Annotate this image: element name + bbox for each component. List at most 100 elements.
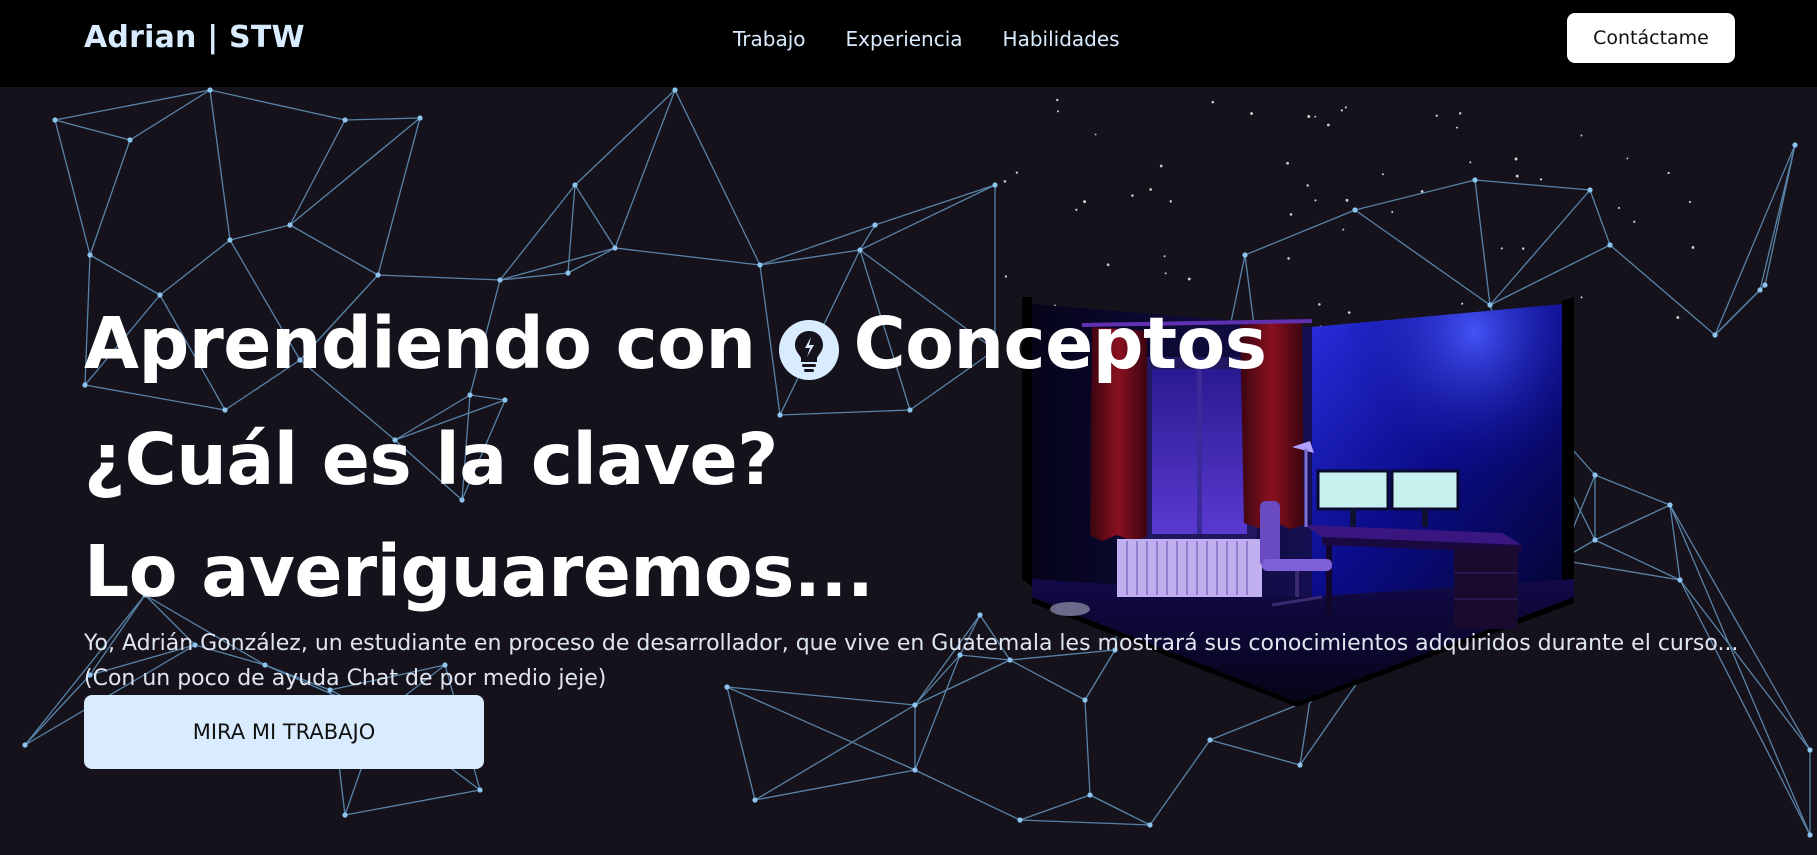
navbar: Adrian | STW Trabajo Experiencia Habilid… xyxy=(0,0,1817,87)
star xyxy=(1539,178,1543,181)
network-line xyxy=(469,394,506,401)
star xyxy=(1455,126,1459,129)
star xyxy=(1163,255,1166,258)
star xyxy=(1289,213,1293,216)
nav-link-habilidades[interactable]: Habilidades xyxy=(1003,26,1120,52)
hero-heading-line1: Aprendiendo con Conceptos xyxy=(84,302,1267,386)
star xyxy=(1094,133,1097,136)
star xyxy=(1149,188,1152,191)
network-line xyxy=(1354,209,1491,306)
network-line xyxy=(759,224,876,266)
network-line xyxy=(726,686,916,771)
network-line xyxy=(377,274,501,281)
star xyxy=(1106,263,1110,267)
network-line xyxy=(1609,244,1716,336)
network-line xyxy=(779,409,911,416)
network-line xyxy=(89,254,161,296)
network-line xyxy=(344,117,421,121)
star xyxy=(1326,123,1330,127)
network-node xyxy=(157,292,163,298)
network-line xyxy=(574,89,676,186)
network-line xyxy=(1299,699,1311,766)
star xyxy=(1345,198,1349,202)
hero-heading-text-end: Conceptos xyxy=(853,302,1267,385)
network-node xyxy=(502,397,508,403)
network-node xyxy=(222,407,228,413)
network-node xyxy=(572,182,578,188)
network-line xyxy=(754,704,916,801)
star xyxy=(1164,272,1167,275)
network-node xyxy=(1667,502,1673,508)
network-line xyxy=(726,686,756,801)
network-node xyxy=(287,222,293,228)
star xyxy=(1391,210,1394,213)
network-node xyxy=(227,237,233,243)
star xyxy=(1075,208,1078,211)
network-node xyxy=(1807,747,1813,753)
network-line xyxy=(914,769,1021,821)
network-node xyxy=(1587,187,1593,193)
hero-intro-text: Yo, Adrián González, un estudiante en pr… xyxy=(84,631,1739,691)
nav-link-trabajo[interactable]: Trabajo xyxy=(733,26,806,52)
network-line xyxy=(1589,189,1611,246)
network-node xyxy=(342,812,348,818)
network-line xyxy=(759,249,861,266)
network-node xyxy=(1607,242,1613,248)
star xyxy=(1633,220,1636,223)
star xyxy=(1580,296,1583,299)
network-line xyxy=(24,674,91,746)
star xyxy=(1169,200,1172,203)
network-line xyxy=(1714,144,1796,336)
network-line xyxy=(1559,559,1681,581)
network-node xyxy=(1762,282,1768,288)
network-line xyxy=(1474,179,1491,306)
star xyxy=(1306,184,1309,187)
star xyxy=(1057,110,1060,113)
star xyxy=(1307,114,1311,118)
network-line xyxy=(499,184,576,281)
network-node xyxy=(375,272,381,278)
network-node xyxy=(342,117,348,123)
network-node xyxy=(1352,207,1358,213)
site-logo[interactable]: Adrian | STW xyxy=(84,20,305,56)
network-line xyxy=(1594,474,1671,506)
star xyxy=(1340,109,1343,112)
network-node xyxy=(1207,737,1213,743)
network-line xyxy=(54,119,131,141)
star xyxy=(1211,100,1215,104)
network-node xyxy=(497,277,503,283)
network-line xyxy=(1084,699,1091,796)
nav-link-experiencia[interactable]: Experiencia xyxy=(846,26,963,52)
view-work-button[interactable]: MIRA MI TRABAJO xyxy=(84,695,484,769)
network-node xyxy=(477,787,483,793)
star xyxy=(1187,277,1191,281)
network-node xyxy=(127,137,133,143)
network-node xyxy=(907,407,913,413)
network-line xyxy=(289,119,346,226)
network-line xyxy=(89,139,131,256)
network-line xyxy=(1759,144,1796,291)
network-node xyxy=(52,117,58,123)
hero-heading-text-start: Aprendiendo con xyxy=(84,302,756,385)
network-line xyxy=(1019,794,1091,821)
star xyxy=(1420,190,1424,193)
network-node xyxy=(777,412,783,418)
network-line xyxy=(567,247,616,274)
contact-button[interactable]: Contáctame xyxy=(1567,13,1735,63)
hero-heading-line3: Lo averiguaremos... xyxy=(84,530,874,613)
star xyxy=(1435,114,1438,117)
network-node xyxy=(1592,537,1598,543)
network-node xyxy=(207,87,213,93)
network-line xyxy=(1244,209,1356,256)
network-line xyxy=(674,89,761,266)
star xyxy=(1004,275,1008,278)
main-nav: Trabajo Experiencia Habilidades xyxy=(733,26,1120,52)
network-line xyxy=(1354,179,1476,211)
network-node xyxy=(1807,832,1813,838)
star xyxy=(1287,257,1290,260)
network-line xyxy=(54,119,91,256)
network-line xyxy=(1149,739,1211,826)
network-node xyxy=(467,392,473,398)
star xyxy=(1514,157,1518,161)
robot-vacuum xyxy=(1050,602,1090,616)
